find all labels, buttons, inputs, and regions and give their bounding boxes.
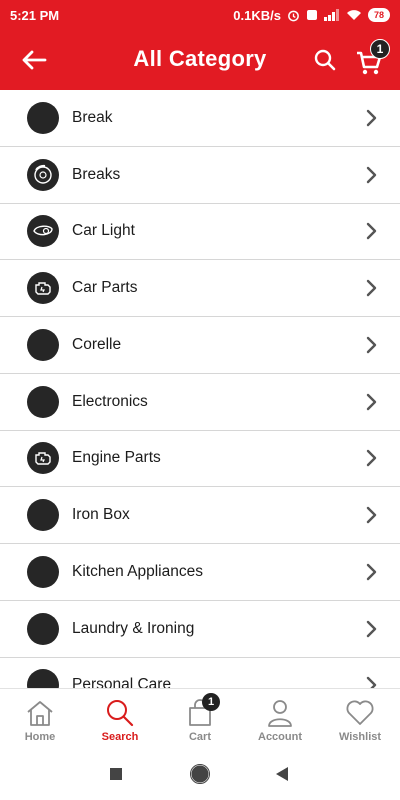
chevron-right-icon — [366, 449, 380, 467]
category-label: Kitchen Appliances — [72, 562, 203, 580]
nav-account[interactable]: Account — [240, 689, 320, 748]
nav-wishlist-label: Wishlist — [338, 731, 382, 743]
category-item[interactable]: Personal Care — [0, 657, 400, 688]
status-time: 5:21 PM — [10, 7, 60, 23]
user-icon — [264, 697, 296, 729]
category-label: Car Light — [72, 222, 135, 240]
category-item[interactable]: Engine Parts — [0, 430, 400, 488]
circle-icon — [190, 764, 210, 784]
category-item[interactable]: Laundry & Ironing — [0, 600, 400, 658]
category-avatar — [27, 385, 59, 418]
category-avatar — [27, 555, 59, 588]
category-label: Corelle — [72, 335, 122, 353]
page-title: All Category — [133, 46, 267, 71]
category-label: Electronics — [72, 392, 148, 410]
status-bar: 5:21 PM 0.1KB/s 78 — [0, 0, 400, 30]
cart-count-badge: 1 — [370, 39, 390, 59]
nav-home-label: Home — [24, 731, 56, 743]
nav-search[interactable]: Search — [80, 689, 160, 748]
status-icons: 0.1KB/s 78 — [233, 8, 390, 23]
heart-icon — [344, 697, 376, 729]
nav-home[interactable]: Home — [0, 689, 80, 748]
category-label: Iron Box — [72, 506, 130, 524]
category-label: Break — [72, 108, 113, 126]
category-item[interactable]: Break — [0, 90, 400, 147]
system-nav-bar — [0, 748, 400, 800]
search-button[interactable] — [311, 46, 339, 74]
cart-button[interactable]: 1 — [355, 39, 390, 77]
category-avatar — [27, 215, 59, 248]
category-item[interactable]: Electronics — [0, 373, 400, 431]
category-item[interactable]: Car Light — [0, 203, 400, 261]
chevron-right-icon — [366, 222, 380, 240]
home-icon — [24, 697, 56, 729]
nav-wishlist[interactable]: Wishlist — [320, 689, 400, 748]
category-avatar — [27, 101, 59, 134]
app-bar: All Category 1 — [0, 30, 400, 90]
chevron-right-icon — [366, 563, 380, 581]
category-avatar — [27, 272, 59, 305]
arrow-left-icon — [22, 50, 47, 70]
nav-search-label: Search — [101, 731, 139, 743]
category-list: Break Breaks Car Light Car Parts Corelle… — [0, 90, 400, 688]
signal-icon — [323, 9, 340, 21]
chevron-right-icon — [366, 336, 380, 354]
category-item[interactable]: Breaks — [0, 146, 400, 204]
category-avatar — [27, 328, 59, 361]
search-icon — [104, 697, 136, 729]
category-label: Laundry & Ironing — [72, 619, 195, 637]
category-avatar — [27, 442, 59, 475]
chevron-right-icon — [366, 676, 380, 688]
category-avatar — [27, 158, 59, 191]
category-label: Breaks — [72, 165, 121, 183]
alarm-icon — [287, 9, 300, 22]
category-label: Car Parts — [72, 279, 138, 297]
battery-indicator: 78 — [367, 8, 390, 22]
category-label: Personal Care — [72, 676, 172, 688]
shopping-bag-icon: 1 — [184, 693, 220, 729]
chevron-right-icon — [366, 109, 380, 127]
category-avatar — [27, 499, 59, 532]
nav-cart-badge: 1 — [202, 693, 220, 711]
home-system-button[interactable] — [188, 762, 212, 786]
back-button[interactable] — [18, 45, 50, 75]
nav-cart-label: Cart — [188, 731, 211, 743]
search-icon — [314, 49, 336, 71]
category-label: Engine Parts — [72, 449, 161, 467]
category-avatar — [27, 612, 59, 645]
chevron-right-icon — [366, 393, 380, 411]
nav-account-label: Account — [258, 731, 302, 743]
category-item[interactable]: Car Parts — [0, 260, 400, 317]
square-icon — [110, 768, 122, 780]
sim-icon — [306, 9, 318, 21]
brake-disc-icon — [34, 164, 52, 184]
back-system-button[interactable] — [270, 762, 294, 786]
network-speed: 0.1KB/s — [233, 7, 281, 23]
chevron-right-icon — [366, 620, 380, 638]
engine-icon — [35, 282, 51, 295]
chevron-right-icon — [366, 279, 380, 297]
bottom-nav: Home Search 1 Cart Account Wishlist — [0, 688, 400, 748]
recent-apps-button[interactable] — [104, 762, 128, 786]
category-item[interactable]: Corelle — [0, 317, 400, 374]
wifi-icon — [346, 9, 362, 21]
headlight-icon — [33, 225, 53, 236]
category-item[interactable]: Iron Box — [0, 487, 400, 544]
nav-cart[interactable]: 1 Cart — [160, 689, 240, 748]
chevron-right-icon — [366, 506, 380, 524]
category-item[interactable]: Kitchen Appliances — [0, 544, 400, 601]
engine-icon — [35, 452, 51, 466]
category-avatar — [27, 669, 59, 688]
chevron-right-icon — [366, 166, 380, 184]
triangle-back-icon — [276, 767, 288, 781]
